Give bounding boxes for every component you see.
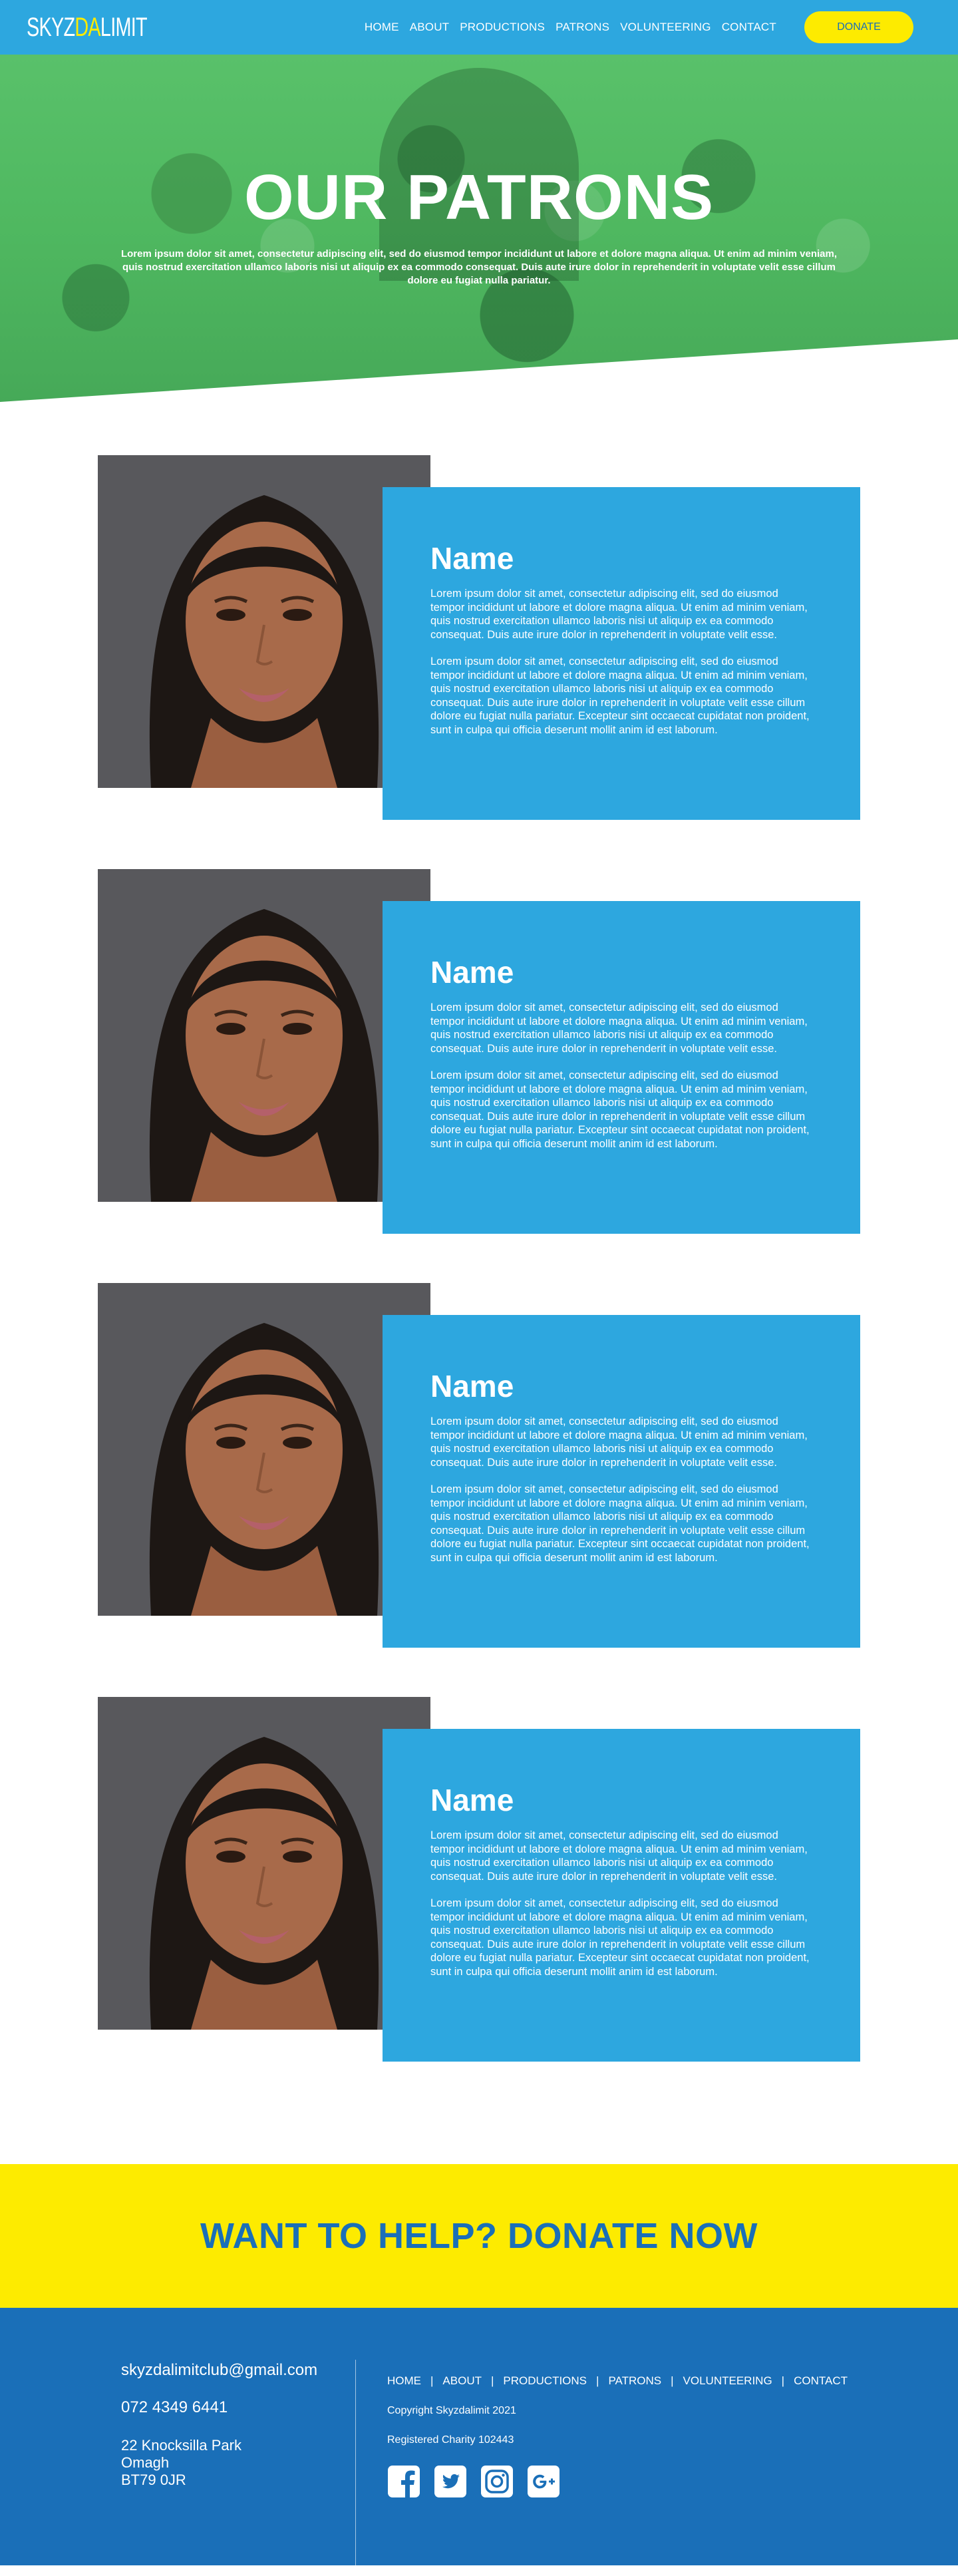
portrait-image (98, 1697, 430, 2030)
patron-card: Name Lorem ipsum dolor sit amet, consect… (383, 487, 860, 820)
patron-photo (98, 869, 430, 1202)
patron-item: Name Lorem ipsum dolor sit amet, consect… (0, 1697, 958, 2111)
main-menu: HOME ABOUT PRODUCTIONS PATRONS VOLUNTEER… (359, 21, 782, 34)
page-title: OUR PATRONS (243, 162, 715, 233)
footer-menu: HOME | ABOUT | PRODUCTIONS | PATRONS | V… (387, 2374, 848, 2388)
site-logo[interactable]: SKYZDALIMIT (27, 12, 148, 43)
site-footer: skyzdalimitclub@gmail.com 072 4349 6441 … (0, 2308, 958, 2576)
nav-link-about[interactable]: ABOUT (404, 21, 455, 34)
patron-card: Name Lorem ipsum dolor sit amet, consect… (383, 1729, 860, 2062)
patrons-list: Name Lorem ipsum dolor sit amet, consect… (0, 402, 958, 2111)
address-line: BT79 0JR (121, 2472, 186, 2488)
footer-phone[interactable]: 072 4349 6441 (121, 2398, 347, 2417)
patron-item: Name Lorem ipsum dolor sit amet, consect… (0, 1283, 958, 1697)
patron-card: Name Lorem ipsum dolor sit amet, consect… (383, 901, 860, 1234)
patron-bio-paragraph: Lorem ipsum dolor sit amet, consectetur … (430, 655, 810, 736)
patron-bio-paragraph: Lorem ipsum dolor sit amet, consectetur … (430, 1002, 808, 1055)
patron-bio-paragraph: Lorem ipsum dolor sit amet, consectetur … (430, 1829, 808, 1883)
footer-info: HOME | ABOUT | PRODUCTIONS | PATRONS | V… (387, 2374, 848, 2498)
footer-copyright: Copyright Skyzdalimit 2021 (387, 2405, 516, 2416)
twitter-icon[interactable] (434, 2465, 467, 2498)
address-line: 22 Knocksilla Park (121, 2437, 241, 2454)
footer-link-separator: | (781, 2374, 785, 2387)
social-links (387, 2465, 848, 2498)
footer-email[interactable]: skyzdalimitclub@gmail.com (121, 2361, 347, 2380)
logo-part-skyz: SKYZ (27, 12, 75, 42)
footer-divider (355, 2360, 356, 2576)
footer-address: 22 Knocksilla Park Omagh BT79 0JR (121, 2437, 347, 2489)
patron-name: Name (430, 1783, 514, 1817)
footer-contact: skyzdalimitclub@gmail.com 072 4349 6441 … (121, 2361, 347, 2489)
donate-button[interactable]: DONATE (804, 11, 913, 43)
footer-link-productions[interactable]: PRODUCTIONS (503, 2374, 587, 2388)
footer-link-patrons[interactable]: PATRONS (608, 2374, 661, 2388)
patron-photo (98, 1697, 430, 2030)
footer-link-separator: | (596, 2374, 599, 2387)
portrait-image (98, 869, 430, 1202)
patron-bio-paragraph: Lorem ipsum dolor sit amet, consectetur … (430, 1415, 808, 1469)
google-plus-icon[interactable] (527, 2465, 560, 2498)
hero-intro-text: Lorem ipsum dolor sit amet, consectetur … (120, 248, 837, 286)
nav-link-contact[interactable]: CONTACT (717, 21, 782, 34)
footer-link-separator: | (490, 2374, 494, 2387)
footer-link-contact[interactable]: CONTACT (794, 2374, 848, 2388)
patron-name: Name (430, 1369, 514, 1403)
top-nav: SKYZDALIMIT HOME ABOUT PRODUCTIONS PATRO… (0, 0, 958, 55)
donate-banner-title[interactable]: WANT TO HELP? DONATE NOW (200, 2215, 758, 2257)
address-line: Omagh (121, 2454, 170, 2471)
nav-link-productions[interactable]: PRODUCTIONS (454, 21, 550, 34)
instagram-icon[interactable] (480, 2465, 514, 2498)
patron-bio-paragraph: Lorem ipsum dolor sit amet, consectetur … (430, 1897, 810, 1978)
portrait-image (98, 1283, 430, 1616)
patron-photo (98, 455, 430, 788)
footer-link-separator: | (430, 2374, 434, 2387)
patron-item: Name Lorem ipsum dolor sit amet, consect… (0, 869, 958, 1283)
patron-bio-paragraph: Lorem ipsum dolor sit amet, consectetur … (430, 1069, 810, 1150)
facebook-icon[interactable] (387, 2465, 420, 2498)
donate-banner[interactable]: WANT TO HELP? DONATE NOW (0, 2164, 958, 2308)
footer-link-home[interactable]: HOME (387, 2374, 421, 2388)
nav-link-home[interactable]: HOME (359, 21, 404, 34)
patron-card: Name Lorem ipsum dolor sit amet, consect… (383, 1315, 860, 1648)
patron-name: Name (430, 955, 514, 990)
nav-link-volunteering[interactable]: VOLUNTEERING (615, 21, 717, 34)
logo-part-da: DA (75, 12, 100, 42)
patron-bio-paragraph: Lorem ipsum dolor sit amet, consectetur … (430, 1483, 810, 1564)
portrait-image (98, 455, 430, 788)
patron-name: Name (430, 541, 514, 576)
nav-link-patrons[interactable]: PATRONS (550, 21, 615, 34)
footer-link-separator: | (671, 2374, 674, 2387)
hero-banner: OUR PATRONS Lorem ipsum dolor sit amet, … (0, 55, 958, 402)
footer-charity-number: Registered Charity 102443 (387, 2434, 514, 2446)
logo-part-limit: LIMIT (100, 12, 148, 42)
patron-photo (98, 1283, 430, 1616)
patron-bio-paragraph: Lorem ipsum dolor sit amet, consectetur … (430, 588, 808, 641)
footer-link-volunteering[interactable]: VOLUNTEERING (683, 2374, 772, 2388)
patron-item: Name Lorem ipsum dolor sit amet, consect… (0, 455, 958, 869)
footer-link-about[interactable]: ABOUT (442, 2374, 482, 2388)
